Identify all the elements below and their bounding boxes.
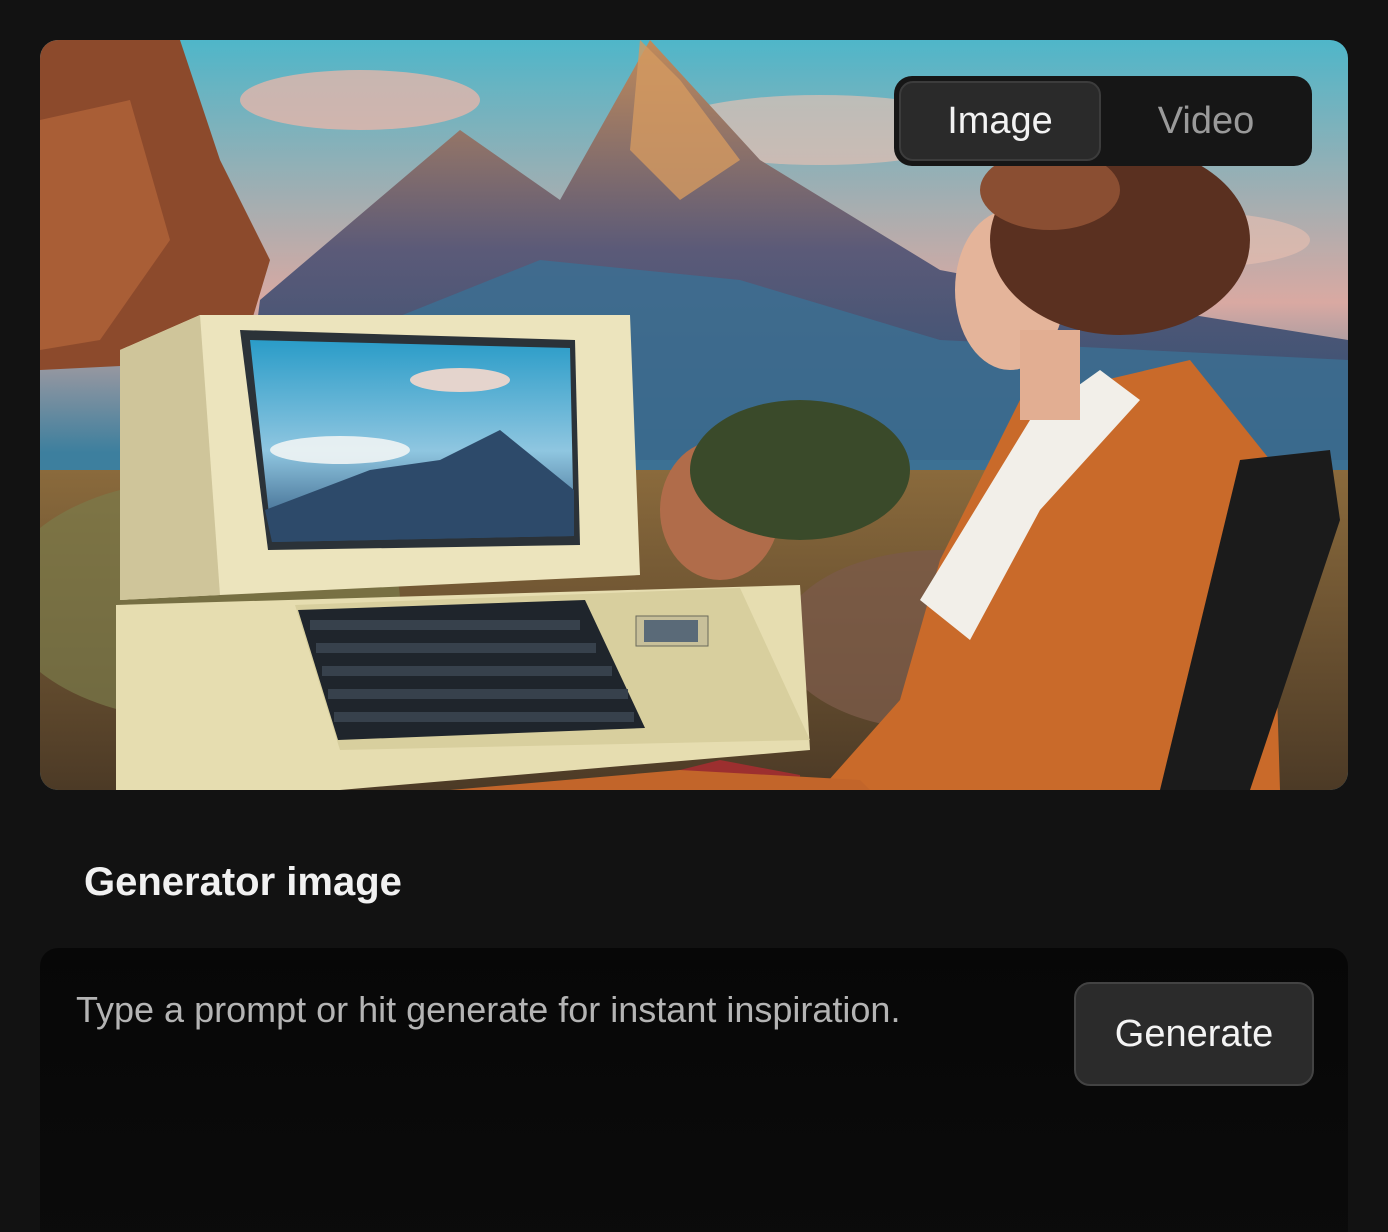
image-mode-tab[interactable]: Image [899,81,1101,161]
video-mode-tab[interactable]: Video [1105,81,1307,161]
prompt-input[interactable] [76,980,1056,1040]
app-page: Image Video Generator image Generate [0,0,1388,1232]
mode-toggle: Image Video [894,76,1312,166]
section-title: Generator image [84,860,402,904]
generate-button[interactable]: Generate [1074,982,1314,1086]
